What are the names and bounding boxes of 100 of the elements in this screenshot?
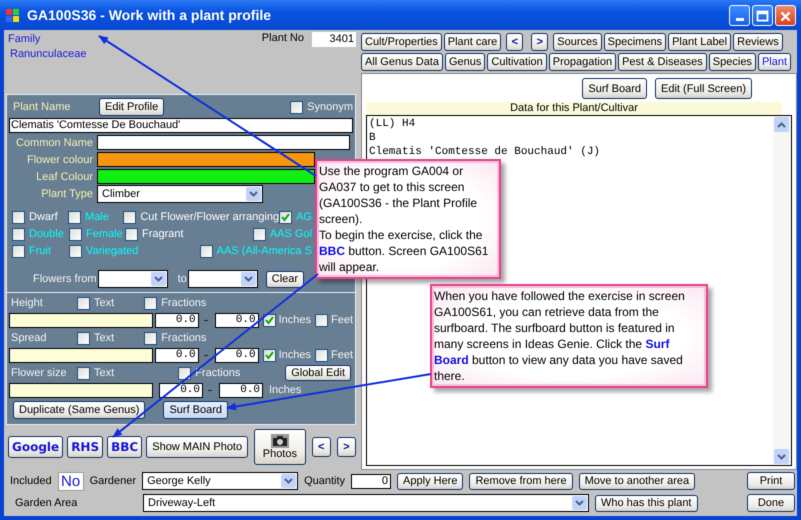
fractions-checkbox[interactable] <box>178 366 192 380</box>
unit-checkbox[interactable] <box>262 348 276 362</box>
unit-checkbox[interactable] <box>314 348 328 362</box>
area-action-button[interactable]: Remove from here <box>469 472 573 490</box>
flag-checkbox[interactable] <box>200 244 213 258</box>
synonym-label: Synonym <box>307 101 353 113</box>
who-has-button[interactable]: Who has this plant <box>595 494 698 512</box>
flag-checkbox[interactable] <box>69 228 82 240</box>
scroll-up-icon[interactable] <box>777 122 786 128</box>
nav-tab[interactable]: Plant <box>758 53 792 71</box>
max-field[interactable]: 0.0 <box>214 312 259 328</box>
minimize-button[interactable] <box>729 4 750 26</box>
text-checkbox[interactable] <box>77 332 90 344</box>
fractions-checkbox[interactable] <box>144 296 158 310</box>
fractions-label: Fractions <box>195 367 240 379</box>
show-main-photo-button[interactable]: Show MAIN Photo <box>146 436 248 458</box>
link-button[interactable]: Google <box>8 436 64 458</box>
camera-icon <box>270 434 289 448</box>
quantity-field[interactable]: 0 <box>351 474 392 488</box>
caret-icon[interactable] <box>284 478 294 484</box>
plant-no-field[interactable]: 3401 <box>312 32 356 47</box>
scroll-bar[interactable] <box>773 116 791 465</box>
plant-type-select[interactable]: Climber <box>97 184 263 202</box>
nav-tab[interactable]: Cult/Properties <box>361 33 442 51</box>
measure-text-field[interactable] <box>9 348 153 362</box>
nav-tab[interactable]: All Genus Data <box>361 53 443 71</box>
nav-tab[interactable]: Plant care <box>444 33 502 51</box>
clear-button[interactable]: Clear <box>266 270 304 288</box>
caret-icon[interactable] <box>249 190 258 196</box>
maximize-button[interactable] <box>752 4 773 26</box>
measure-text-field[interactable] <box>9 382 153 398</box>
unit-checkbox[interactable] <box>314 314 328 326</box>
data-line: B <box>369 131 377 145</box>
min-field[interactable]: 0.0 <box>154 348 199 362</box>
min-field[interactable]: 0.0 <box>159 382 203 398</box>
nav-tab[interactable]: Cultivation <box>487 53 547 71</box>
synonym-checkbox[interactable] <box>290 100 304 114</box>
print-button[interactable]: Print <box>747 472 795 490</box>
colour-swatch[interactable] <box>97 169 315 184</box>
caret-icon[interactable] <box>244 276 253 282</box>
edit-profile-button[interactable]: Edit Profile <box>99 98 164 116</box>
flag-checkbox[interactable] <box>123 210 136 224</box>
pane-button[interactable]: Surf Board <box>582 78 648 99</box>
colour-swatch[interactable] <box>97 152 315 167</box>
nav-tab[interactable]: Reviews <box>733 33 783 51</box>
flag-checkbox[interactable] <box>279 210 292 224</box>
flag-label: Fruit <box>29 245 51 257</box>
scroll-down-icon[interactable] <box>777 454 786 460</box>
garden-area-select[interactable]: Driveway-Left <box>143 494 589 512</box>
link-button[interactable]: BBC <box>107 436 142 458</box>
family-label: Family <box>8 32 42 47</box>
nav-tab[interactable]: Specimens <box>604 33 666 51</box>
included-field[interactable]: No <box>58 472 84 490</box>
flag-checkbox[interactable] <box>12 210 25 224</box>
nav-tab[interactable]: Genus <box>444 53 486 71</box>
max-field[interactable]: 0.0 <box>219 382 263 398</box>
panel-button[interactable]: Duplicate (Same Genus) <box>13 401 146 419</box>
flag-checkbox[interactable] <box>12 228 25 240</box>
plant-no-label: Plant No <box>262 32 304 44</box>
flag-checkbox[interactable] <box>252 228 266 240</box>
nav-tab[interactable]: Plant Label <box>668 33 732 51</box>
common-name-field[interactable] <box>97 135 350 150</box>
fractions-checkbox[interactable] <box>144 332 158 344</box>
plant-name-field[interactable]: Clematis 'Comtesse De Bouchaud' <box>9 118 353 133</box>
nav-tab[interactable]: Sources <box>553 33 602 51</box>
unit-label: Feet <box>330 349 353 361</box>
measure-text-field[interactable] <box>9 312 153 328</box>
family-name: Ranunculaceae <box>10 47 86 62</box>
flag-checkbox[interactable] <box>69 244 82 258</box>
area-action-button[interactable]: Apply Here <box>397 472 464 490</box>
pane-button[interactable]: Edit (Full Screen) <box>655 78 752 99</box>
flowers-to-select[interactable] <box>188 270 258 288</box>
max-field[interactable]: 0.0 <box>214 348 259 362</box>
text-checkbox[interactable] <box>77 296 90 310</box>
global-edit-button[interactable]: Global Edit <box>285 365 351 381</box>
flag-label: Female <box>86 228 123 240</box>
flag-checkbox[interactable] <box>125 228 138 240</box>
flag-checkbox[interactable] <box>12 244 25 258</box>
previous-button[interactable]: < <box>312 437 331 457</box>
nav-tab[interactable]: < <box>506 33 524 51</box>
unit-checkbox[interactable] <box>262 314 276 326</box>
nav-tab[interactable]: > <box>531 33 548 51</box>
panel-button[interactable]: Surf Board <box>163 401 228 419</box>
nav-tab[interactable]: Pest & Diseases <box>618 53 707 71</box>
done-button[interactable]: Done <box>747 494 795 512</box>
nav-tab[interactable]: Species <box>708 53 756 71</box>
nav-tab[interactable]: Propagation <box>548 53 616 71</box>
gardener-select[interactable]: George Kelly <box>142 472 298 490</box>
flag-checkbox[interactable] <box>68 210 82 224</box>
flowers-from-select[interactable] <box>98 270 168 288</box>
photos-button[interactable]: Photos <box>254 429 306 465</box>
min-field[interactable]: 0.0 <box>154 312 199 328</box>
measure-label: Height <box>11 297 44 309</box>
caret-icon[interactable] <box>154 276 163 282</box>
text-checkbox[interactable] <box>77 366 90 380</box>
next-button[interactable]: > <box>336 437 356 457</box>
caret-icon[interactable] <box>575 500 584 506</box>
close-button[interactable] <box>775 4 796 26</box>
link-button[interactable]: RHS <box>67 436 104 458</box>
area-action-button[interactable]: Move to another area <box>578 472 696 490</box>
